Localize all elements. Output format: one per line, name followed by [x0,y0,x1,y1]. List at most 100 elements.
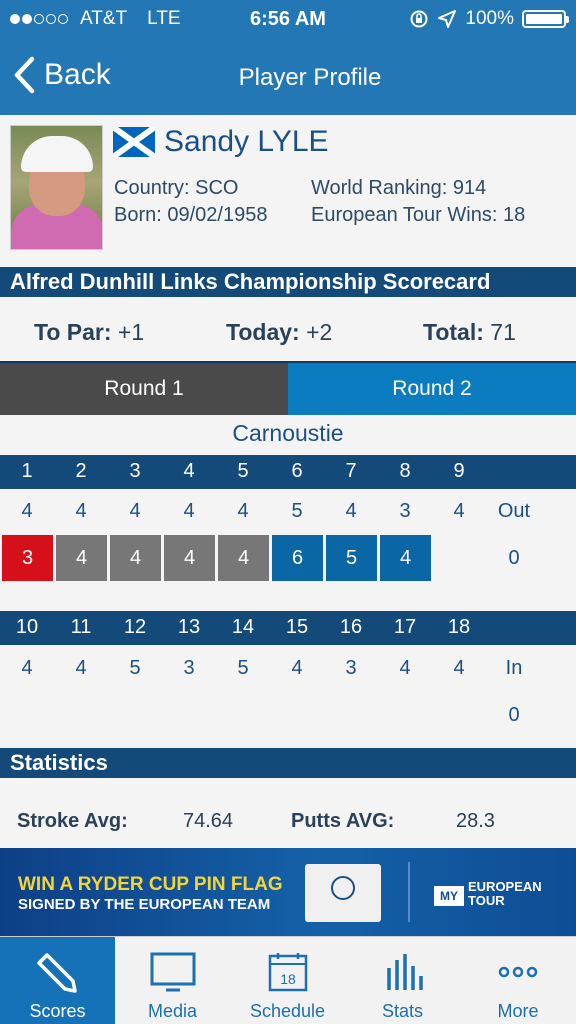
hole-number: 17 [393,616,417,638]
page-title: Player Profile [238,64,382,91]
hole-par: 3 [399,500,411,522]
stroke-avg-label: Stroke Avg: [17,810,128,832]
banner-headline: WIN A RYDER CUP PIN FLAG [18,874,283,895]
hole-score: 3 [2,535,53,581]
hole-number: 3 [129,460,141,482]
bar-chart-icon [386,954,423,990]
hole-par: 4 [75,500,87,522]
ryder-cup-ad-banner[interactable]: WIN A RYDER CUP PIN FLAG SIGNED BY THE E… [0,848,576,936]
course-name: Carnoustie [232,420,344,446]
total-value: 71 [490,319,516,345]
nine-total-label: Out [497,500,531,522]
statistics-panel: Stroke Avg: 74.64 Putts AVG: 28.3 [0,777,576,847]
to-par-value: +1 [117,319,145,345]
hole-score: 4 [380,535,431,581]
hole-number: 18 [447,616,471,638]
hole-par: 4 [183,500,195,522]
my-logo-badge: MY [434,886,464,906]
tab-schedule[interactable]: 18 Schedule [230,937,345,1024]
tab-schedule-label: Schedule [249,1001,326,1021]
back-nine-holes-header: 10 11 12 13 14 15 16 17 18 [0,611,576,645]
stroke-avg-value: 74.64 [183,810,234,832]
front-nine-score-row: 344446540 [0,535,576,583]
tab-scores-label: Scores [29,1001,86,1021]
putts-avg-value: 28.3 [456,810,495,832]
score-summary: To Par: +1 Today: +2 Total: 71 [0,297,576,361]
tab-media[interactable]: Media [115,937,230,1024]
scotland-flag-icon [113,127,155,157]
total-label: Total: [423,319,484,345]
player-profile-header: Sandy LYLE Country: SCO Born: 09/02/1958… [0,115,576,265]
hole-number: 6 [291,460,303,482]
hole-number: 2 [75,460,87,482]
european-tour-logo: EUROPEAN TOUR [468,880,542,908]
hole-number: 13 [177,616,201,638]
hole-number: 5 [237,460,249,482]
player-country: Country: SCO [114,177,239,199]
tab-round-2[interactable]: Round 2 [288,363,576,415]
hole-par: 5 [237,657,249,679]
tab-stats-label: Stats [381,1001,424,1021]
hole-par: 4 [453,657,465,679]
putts-avg-label: Putts AVG: [291,810,395,832]
more-dots-icon [498,966,538,978]
calendar-icon: 18 [268,953,307,992]
hole-par: 4 [453,500,465,522]
hole-score: 5 [326,535,377,581]
statistics-title: Statistics [0,748,576,778]
hole-score: 6 [272,535,323,581]
hole-number: 1 [21,460,33,482]
hole-par: 3 [183,657,195,679]
player-world-ranking: World Ranking: 914 [311,177,487,199]
tab-media-label: Media [147,1001,198,1021]
tab-more[interactable]: More [460,937,576,1024]
banner-divider [408,862,410,922]
tab-round-1[interactable]: Round 1 [0,363,288,415]
hole-number: 11 [70,616,92,638]
player-name: Sandy LYLE [164,125,329,158]
ryder-cup-logo-icon [331,876,355,900]
tab-stats[interactable]: Stats [345,937,460,1024]
hole-score: 4 [164,535,215,581]
today-value: +2 [306,319,333,345]
to-par-summary: To Par: +1 [34,319,144,346]
banner-subline: SIGNED BY THE EUROPEAN TEAM [18,896,271,913]
hole-par: 4 [345,500,357,522]
hole-number: 14 [231,616,255,638]
hole-par: 5 [291,500,303,522]
player-photo [10,125,103,250]
hole-par: 4 [129,500,141,522]
nine-total-score: 0 [508,547,520,569]
to-par-label: To Par: [34,319,112,345]
hole-par: 4 [75,657,87,679]
hole-number: 15 [285,616,309,638]
battery-percent: 100% [465,8,514,29]
hole-score: 4 [110,535,161,581]
round-tabs: Round 1 Round 2 [0,361,576,415]
scorecard-title: Alfred Dunhill Links Championship Scorec… [0,267,576,297]
navigation-bar: Back Player Profile [0,38,576,115]
european-tour-logo-line1: EUROPEAN [468,879,542,894]
hole-par: 4 [291,657,303,679]
hole-number: 4 [183,460,195,482]
tab-scores[interactable]: Scores [0,937,115,1024]
hole-number: 9 [453,460,465,482]
front-nine-holes-header: 1 2 3 4 5 6 7 8 9 [0,455,576,489]
rotation-lock-icon [410,10,428,28]
hole-par: 4 [21,500,33,522]
nine-total-label: In [505,657,523,679]
hole-par: 5 [129,657,141,679]
calendar-day-number: 18 [280,971,296,987]
total-summary: Total: 71 [423,319,516,346]
hole-par: 4 [237,500,249,522]
hole-par: 4 [399,657,411,679]
hole-number: 16 [339,616,363,638]
pin-flag-image [305,864,381,922]
pencil-icon [36,953,77,993]
hole-score: 4 [218,535,269,581]
hole-number: 12 [123,616,147,638]
battery-icon [522,10,569,28]
bottom-tab-bar: Scores Media 18 Schedule Stats More [0,936,576,1024]
player-born: Born: 09/02/1958 [114,204,268,226]
hole-number: 10 [15,616,39,638]
